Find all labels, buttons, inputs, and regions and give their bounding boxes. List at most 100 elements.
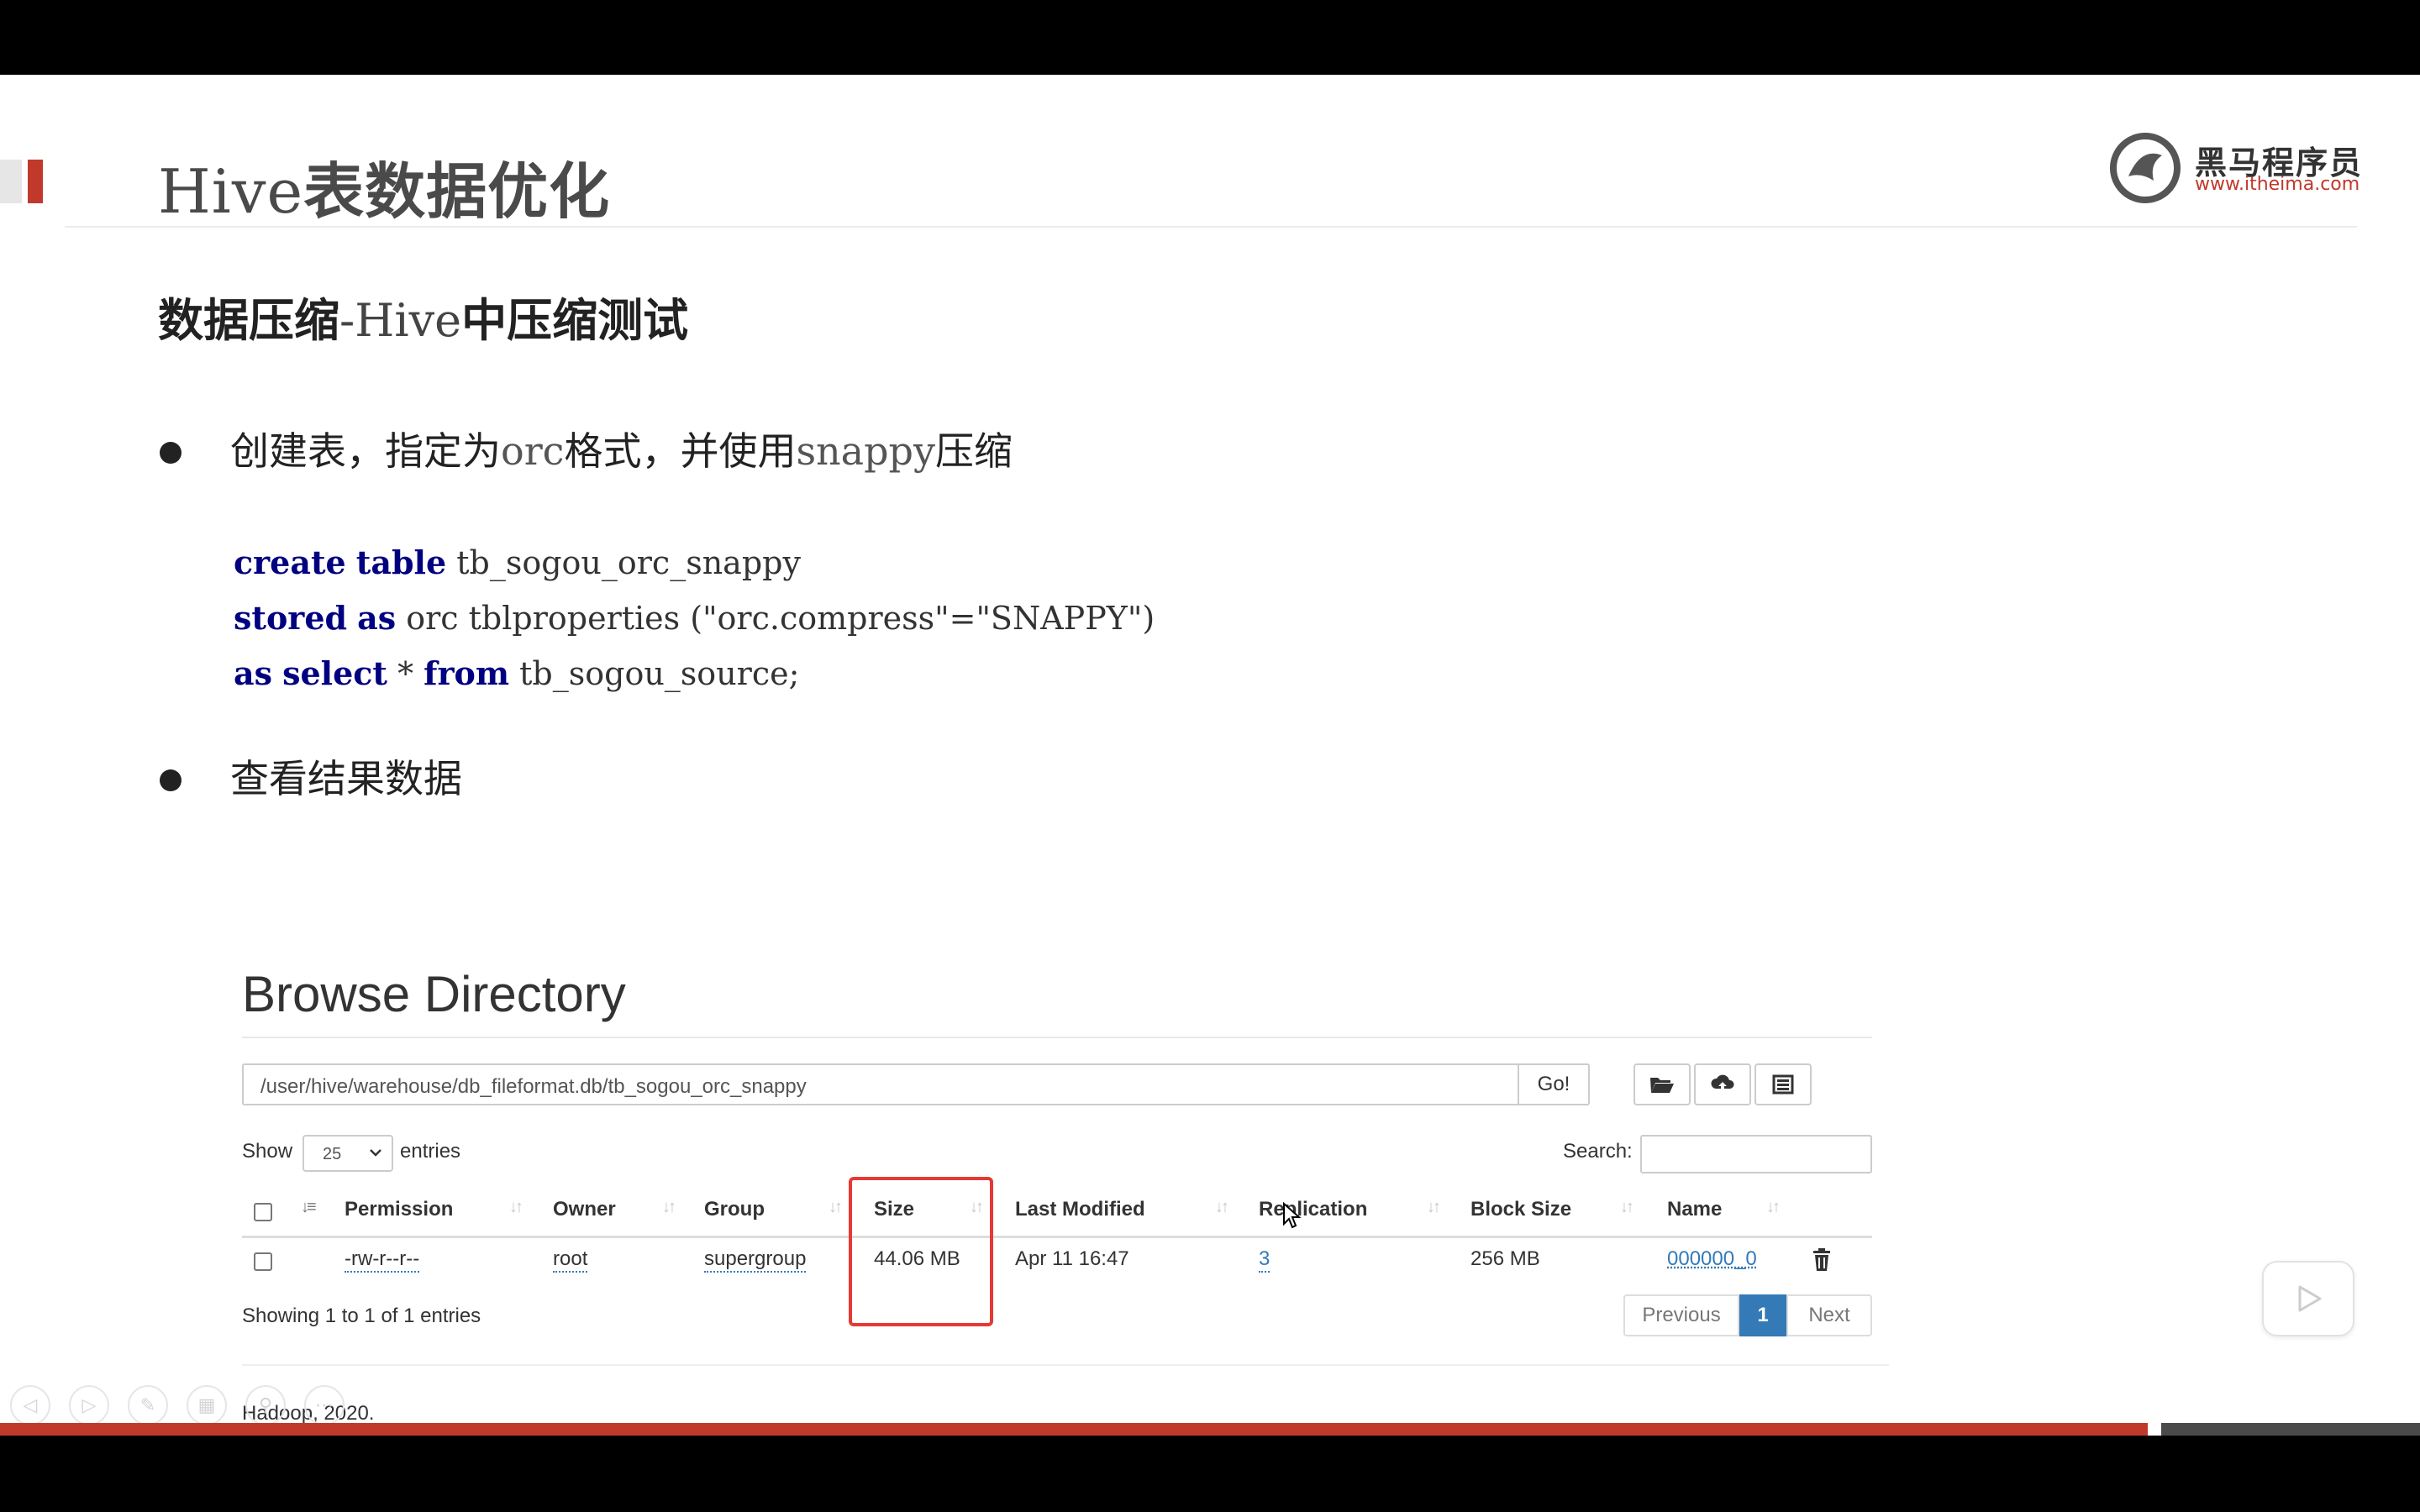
code-keyword: as — [357, 599, 397, 637]
page-1-button[interactable]: 1 — [1739, 1294, 1786, 1336]
bullet-text-part: snappy — [796, 428, 935, 474]
subtitle-part-2: -Hive — [339, 294, 462, 347]
upload-cloud-icon — [1711, 1074, 1734, 1092]
section-subtitle: 数据压缩-Hive中压缩测试 — [158, 283, 688, 349]
sort-icon[interactable]: ↓↑ — [509, 1198, 523, 1217]
pen-icon[interactable]: ✎ — [128, 1385, 168, 1425]
chevron-down-icon — [370, 1149, 381, 1157]
column-header-name[interactable]: Name — [1667, 1198, 1722, 1221]
cell-group[interactable]: supergroup — [704, 1247, 807, 1273]
sort-icon[interactable]: ↓↑ — [662, 1198, 676, 1217]
column-header-last-modified[interactable]: Last Modified — [1015, 1198, 1145, 1221]
more-options-icon[interactable]: ⋯ — [304, 1385, 345, 1425]
code-line: as select * from tb_sogou_source; — [234, 646, 1155, 701]
show-label: Show — [242, 1140, 293, 1163]
create-directory-button[interactable] — [1634, 1063, 1691, 1105]
play-icon — [2298, 1285, 2322, 1312]
directory-path-input[interactable]: /user/hive/warehouse/db_fileformat.db/tb… — [242, 1063, 1519, 1105]
code-line: stored as orc tblproperties ("orc.compre… — [234, 591, 1155, 646]
sort-icon[interactable]: ↓↑ — [1766, 1198, 1781, 1217]
screen: Hive表数据优化 黑马程序员 www.itheima.com 数据压缩-Hiv… — [0, 0, 2420, 1512]
previous-page-button[interactable]: Previous — [1623, 1294, 1739, 1336]
sort-icon[interactable]: ↓↑ — [1620, 1198, 1634, 1217]
group-value[interactable]: supergroup — [704, 1247, 807, 1273]
next-slide-icon[interactable]: ▷ — [69, 1385, 109, 1425]
zoom-icon[interactable]: ⚲ — [245, 1385, 286, 1425]
sort-icon[interactable]: ↓↑ — [829, 1198, 843, 1217]
cell-permission[interactable]: -rw-r--r-- — [345, 1247, 420, 1273]
code-keyword: select — [282, 654, 387, 692]
video-play-button[interactable] — [2262, 1261, 2354, 1336]
subtitle-part-1: 数据压缩 — [158, 294, 339, 347]
entries-label: entries — [400, 1140, 461, 1163]
column-header-owner[interactable]: Owner — [553, 1198, 616, 1221]
sort-icon[interactable]: ↓↑ — [1215, 1198, 1229, 1217]
table-header-divider — [242, 1236, 1872, 1238]
page-length-value: 25 — [323, 1145, 342, 1163]
logo-emblem-icon — [2110, 133, 2181, 203]
bullet-text-part: 创建表，指定为 — [230, 428, 501, 474]
slide-title: Hive表数据优化 — [158, 142, 610, 230]
column-header-block-size[interactable]: Block Size — [1470, 1198, 1571, 1221]
bullet-dot — [160, 442, 182, 464]
cell-owner[interactable]: root — [553, 1247, 588, 1273]
search-label: Search: — [1563, 1140, 1633, 1163]
slide-progress-remaining — [2161, 1423, 2420, 1436]
row-checkbox[interactable] — [254, 1252, 272, 1271]
replication-value[interactable]: 3 — [1259, 1247, 1270, 1273]
hdfs-browse-directory-screenshot: Browse Directory /user/hive/warehouse/db… — [227, 873, 1907, 1436]
cut-paste-button[interactable] — [1754, 1063, 1812, 1105]
code-keyword: stored — [234, 599, 348, 637]
subtitle-part-3: 中压缩测试 — [461, 294, 689, 347]
bullet-view-result: 查看结果数据 — [230, 756, 462, 801]
previous-slide-icon[interactable]: ◁ — [10, 1385, 50, 1425]
title-divider — [242, 1037, 1872, 1038]
trash-icon[interactable] — [1812, 1248, 1832, 1272]
column-header-permission[interactable]: Permission — [345, 1198, 453, 1221]
code-text: tb_sogou_orc_snappy — [446, 544, 801, 581]
mouse-cursor-icon — [1283, 1202, 1301, 1229]
search-input[interactable] — [1640, 1135, 1872, 1173]
sort-icon[interactable]: ↓↑ — [1427, 1198, 1441, 1217]
size-highlight-box — [849, 1177, 993, 1326]
column-header-replication[interactable]: Replication — [1259, 1198, 1367, 1221]
slide-progress-bar — [0, 1423, 2148, 1436]
cell-replication[interactable]: 3 — [1259, 1247, 1270, 1273]
footer-divider — [242, 1364, 1889, 1366]
sort-index-icon[interactable]: ↓≡ — [301, 1198, 317, 1217]
page-length-select[interactable]: 25 — [302, 1135, 393, 1172]
code-text: orc tblproperties ("orc.compress"="SNAPP… — [396, 600, 1155, 637]
upload-button[interactable] — [1694, 1063, 1751, 1105]
presentation-slide: Hive表数据优化 黑马程序员 www.itheima.com 数据压缩-Hiv… — [0, 75, 2420, 1436]
select-all-checkbox[interactable] — [254, 1203, 272, 1221]
permission-value[interactable]: -rw-r--r-- — [345, 1247, 420, 1273]
code-keyword: from — [424, 654, 510, 692]
bullet-dot — [160, 769, 182, 791]
next-page-button[interactable]: Next — [1786, 1294, 1872, 1336]
sql-code-block: create table tb_sogou_orc_snappystored a… — [234, 535, 1155, 701]
code-keyword: table — [355, 543, 447, 581]
cell-name[interactable]: 000000_0 — [1667, 1247, 1757, 1271]
bullet-text-part: orc — [501, 428, 565, 474]
table-info: Showing 1 to 1 of 1 entries — [242, 1305, 481, 1327]
bullet-text-part: 格式，并使用 — [564, 428, 797, 474]
code-keyword: create — [234, 543, 346, 581]
go-button[interactable]: Go! — [1519, 1063, 1590, 1105]
bullet-text-part: 压缩 — [935, 428, 1013, 474]
company-logo: 黑马程序员 www.itheima.com — [2107, 130, 2361, 206]
browse-directory-title: Browse Directory — [242, 966, 626, 1022]
code-keyword: as — [234, 654, 273, 692]
file-name-link[interactable]: 000000_0 — [1667, 1247, 1757, 1270]
owner-value[interactable]: root — [553, 1247, 588, 1273]
folder-open-icon — [1650, 1078, 1674, 1093]
slide-title-cn: 表数据优化 — [303, 156, 611, 227]
list-icon — [1772, 1074, 1794, 1095]
slide-title-latin: Hive — [158, 156, 304, 227]
code-text: tb_sogou_source; — [509, 655, 800, 692]
slides-grid-icon[interactable]: ▦ — [187, 1385, 227, 1425]
header-divider — [65, 226, 2357, 228]
cell-block-size: 256 MB — [1470, 1247, 1540, 1270]
column-header-group[interactable]: Group — [704, 1198, 765, 1221]
